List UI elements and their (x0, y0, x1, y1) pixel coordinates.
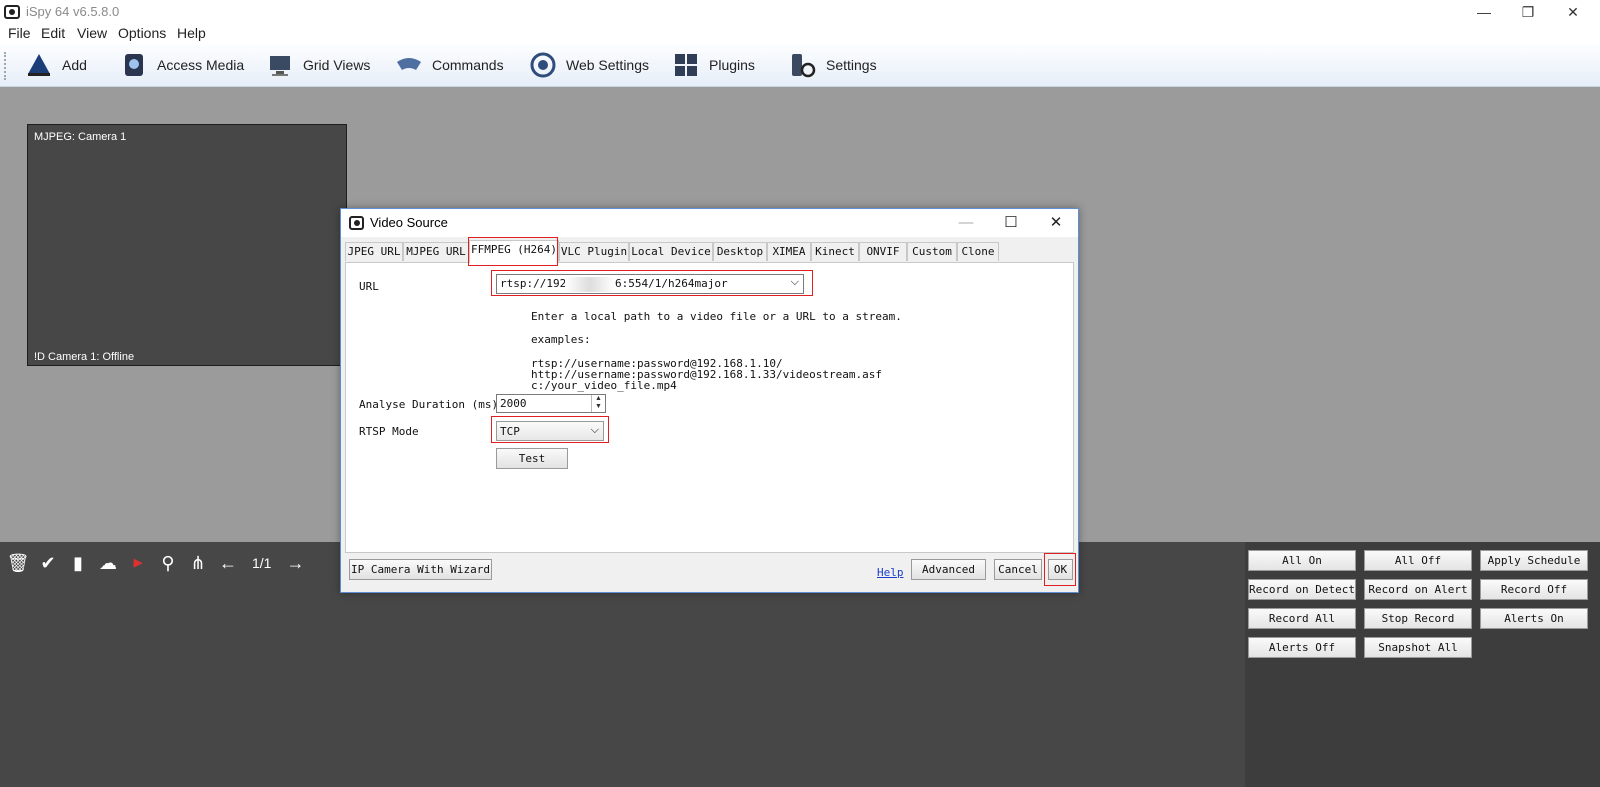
dialog-eye-icon (349, 216, 364, 230)
toolbar-settings-button[interactable]: Settings (790, 50, 877, 80)
camera-status: !D Camera 1: Offline (34, 351, 135, 363)
access-media-icon (125, 54, 143, 76)
url-label: URL (359, 280, 379, 293)
camera-tile[interactable]: MJPEG: Camera 1 !D Camera 1: Offline (27, 124, 347, 366)
close-icon[interactable]: ✕ (1553, 2, 1593, 24)
restore-icon[interactable]: ❐ (1508, 2, 1548, 24)
menu-file[interactable]: File (8, 25, 31, 41)
all-off-button[interactable]: All Off (1364, 550, 1472, 571)
apply-schedule-button[interactable]: Apply Schedule (1480, 550, 1588, 571)
rtsp-mode-select[interactable]: TCP ⌵ (496, 421, 604, 441)
help-intro: Enter a local path to a video file or a … (531, 310, 902, 323)
youtube-icon[interactable]: ▶ (126, 551, 150, 575)
record-on-detect-button[interactable]: Record on Detect (1248, 579, 1356, 600)
cancel-button[interactable]: Cancel (994, 559, 1042, 580)
url-combobox[interactable]: rtsp://192. 6:554/1/h264major ⌵ (496, 274, 804, 294)
tab-local-device[interactable]: Local Device (629, 242, 713, 261)
camera-title: MJPEG: Camera 1 (34, 131, 127, 143)
minimize-icon[interactable]: — (1464, 2, 1504, 24)
check-icon[interactable]: ✔ (36, 551, 60, 575)
url-value-suffix: 6:554/1/h264major (615, 277, 728, 290)
bookmark-icon[interactable]: ▮ (66, 551, 90, 575)
record-off-button[interactable]: Record Off (1480, 579, 1588, 600)
search-icon[interactable]: ⚲ (156, 551, 180, 575)
help-examples: rtsp://username:password@192.168.1.10/ h… (531, 357, 882, 392)
cloud-upload-icon[interactable]: ☁ (96, 551, 120, 575)
tab-desktop[interactable]: Desktop (713, 242, 767, 261)
chevron-down-icon[interactable]: ⌵ (791, 276, 799, 289)
settings-icon (792, 54, 816, 78)
alerts-on-button[interactable]: Alerts On (1480, 608, 1588, 629)
toolbar-commands-button[interactable]: Commands (396, 50, 504, 80)
alerts-off-button[interactable]: Alerts Off (1248, 637, 1356, 658)
all-on-button[interactable]: All On (1248, 550, 1356, 571)
commands-icon (397, 58, 421, 70)
tab-ximea[interactable]: XIMEA (767, 242, 811, 261)
analyse-duration-input[interactable]: 2000 ▲ ▼ (496, 394, 606, 413)
tab-custom[interactable]: Custom (907, 242, 957, 261)
grid-views-icon (270, 56, 290, 76)
toolbar-grid-views-button[interactable]: Grid Views (267, 50, 370, 80)
dialog-close-icon[interactable]: ✕ (1041, 212, 1071, 234)
tab-jpeg-url[interactable]: JPEG URL (345, 242, 403, 261)
web-settings-icon (530, 52, 556, 78)
tab-onvif[interactable]: ONVIF (859, 242, 907, 261)
rtsp-mode-label: RTSP Mode (359, 425, 419, 438)
stop-record-button[interactable]: Stop Record (1364, 608, 1472, 629)
analyse-duration-label: Analyse Duration (ms) (359, 398, 499, 411)
toolbar-plugins-button[interactable]: Plugins (673, 50, 755, 80)
url-value-prefix: rtsp://192. (500, 277, 573, 290)
toolbar-access-media-button[interactable]: Access Media (121, 50, 244, 80)
command-panel: All On All Off Apply Schedule Record on … (1245, 542, 1600, 787)
toolbar-grip (4, 52, 7, 80)
rtsp-mode-value: TCP (500, 425, 520, 438)
toolbar-web-settings-button[interactable]: Web Settings (530, 50, 649, 80)
dialog-maximize-icon[interactable]: ☐ (996, 212, 1026, 234)
dialog-titlebar: Video Source — ☐ ✕ (341, 209, 1078, 237)
app-titlebar: iSpy 64 v6.5.8.0 — ❐ ✕ (0, 0, 1600, 24)
camera-action-strip: 🗑 ✔ ▮ ☁ ▶ ⚲ ⋔ ← 1/1 → (6, 550, 313, 576)
chevron-down-icon[interactable]: ⌵ (591, 424, 599, 437)
arrow-left-icon[interactable]: ← (216, 551, 240, 575)
tab-mjpeg-url[interactable]: MJPEG URL (403, 242, 469, 261)
menu-options[interactable]: Options (118, 25, 166, 41)
advanced-button[interactable]: Advanced (911, 559, 986, 580)
analyse-duration-value: 2000 (500, 397, 527, 410)
url-redaction (565, 277, 615, 292)
network-icon[interactable]: ⋔ (186, 551, 210, 575)
tab-ffmpeg-h264[interactable]: FFMPEG (H264) (469, 240, 559, 263)
dialog-title: Video Source (370, 215, 448, 230)
ffmpeg-tab-panel: URL rtsp://192. 6:554/1/h264major ⌵ Ente… (345, 262, 1074, 553)
page-indicator: 1/1 (252, 555, 272, 571)
app-eye-icon (4, 5, 20, 19)
menu-bar: File Edit View Options Help (0, 24, 1600, 44)
arrow-right-icon[interactable]: → (283, 551, 307, 575)
spinner-icon[interactable]: ▲ ▼ (591, 395, 605, 412)
toolbar-add-button[interactable]: Add (26, 50, 87, 80)
record-on-alert-button[interactable]: Record on Alert (1364, 579, 1472, 600)
add-icon (28, 54, 50, 76)
help-examples-label: examples: (531, 333, 591, 346)
help-link[interactable]: Help (877, 566, 904, 579)
menu-help[interactable]: Help (177, 25, 206, 41)
video-source-dialog: Video Source — ☐ ✕ JPEG URL MJPEG URL FF… (340, 208, 1079, 593)
test-button[interactable]: Test (496, 448, 568, 469)
menu-view[interactable]: View (77, 25, 107, 41)
trash-icon[interactable]: 🗑 (6, 551, 30, 575)
tab-kinect[interactable]: Kinect (811, 242, 859, 261)
main-toolbar: Add Access Media Grid Views Commands Web… (0, 44, 1600, 87)
menu-edit[interactable]: Edit (41, 25, 65, 41)
dialog-minimize-icon[interactable]: — (951, 212, 981, 234)
app-title: iSpy 64 v6.5.8.0 (26, 4, 120, 19)
tab-clone[interactable]: Clone (957, 242, 999, 261)
snapshot-all-button[interactable]: Snapshot All (1364, 637, 1472, 658)
ip-camera-wizard-button[interactable]: IP Camera With Wizard (349, 559, 492, 580)
record-all-button[interactable]: Record All (1248, 608, 1356, 629)
tab-vlc-plugin[interactable]: VLC Plugin (559, 242, 629, 261)
ok-button[interactable]: OK (1048, 559, 1073, 580)
plugins-icon (675, 54, 697, 76)
